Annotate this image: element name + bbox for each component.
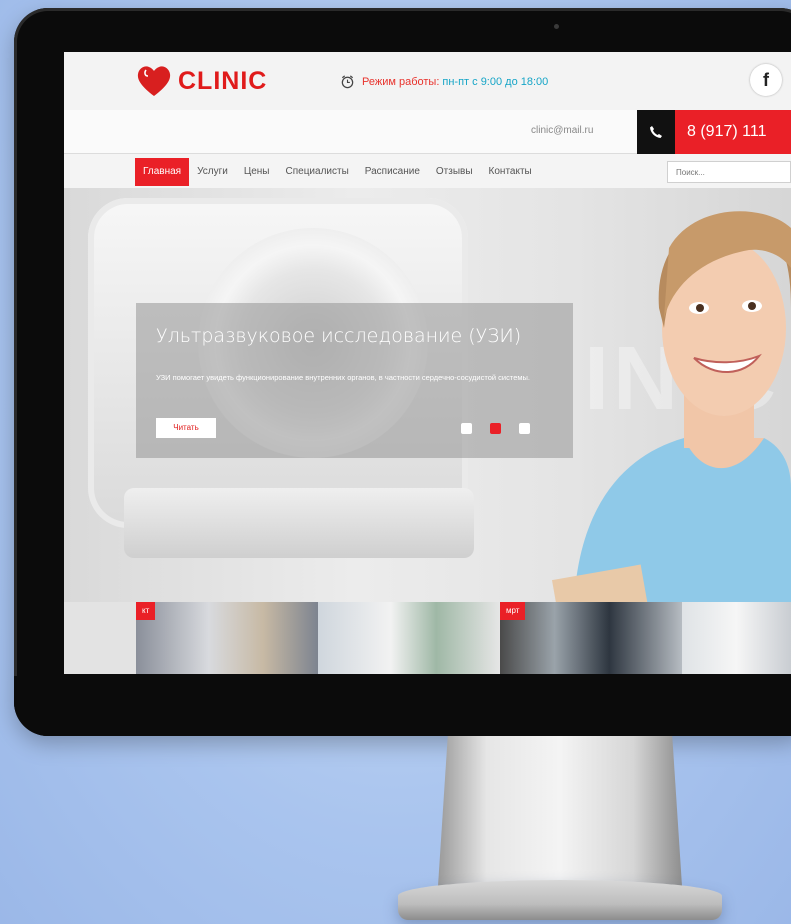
read-more-button[interactable]: Читать: [156, 418, 216, 438]
website-screen: CLINIC Режим работы: пн-пт с 9:00 до 18:…: [64, 52, 791, 674]
hero-title: Ультразвуковое исследование (УЗИ): [156, 325, 522, 347]
nav-item[interactable]: Отзывы: [428, 158, 481, 186]
hours-label: Режим работы:: [362, 75, 440, 88]
thumbnail-badge: мрт: [500, 602, 526, 620]
site-header: CLINIC Режим работы: пн-пт с 9:00 до 18:…: [64, 52, 791, 110]
mri-table-image: [124, 488, 474, 558]
nav-item[interactable]: Цены: [236, 158, 278, 186]
slider-dots: [461, 423, 530, 434]
monitor-stand: [438, 736, 682, 886]
hero-text: УЗИ помогает увидеть функционирование вн…: [156, 373, 531, 382]
nav-item[interactable]: Услуги: [189, 158, 236, 186]
contact-bar: clinic@mail.ru 8 (917) 111: [64, 110, 791, 154]
facebook-icon[interactable]: f: [750, 64, 782, 96]
thumbnail-badge: кт: [136, 602, 156, 620]
thumbnail-ct[interactable]: кт: [136, 602, 318, 674]
thumbnail-mri[interactable]: мрт: [500, 602, 682, 674]
phone-number[interactable]: 8 (917) 111: [675, 110, 791, 154]
nav-item[interactable]: Контакты: [481, 158, 540, 186]
working-hours: Режим работы: пн-пт с 9:00 до 18:00: [340, 74, 548, 89]
nav-item[interactable]: Специалисты: [278, 158, 357, 186]
main-nav: Главная Услуги Цены Специалисты Расписание От…: [64, 154, 791, 188]
hero-slider: INIC Ультразвуковое исследование (УЗИ) У…: [64, 188, 791, 602]
thumbnail-strip: кт мрт: [64, 602, 791, 674]
phone-icon: [637, 110, 675, 154]
search-input[interactable]: [667, 161, 791, 183]
slider-dot[interactable]: [519, 423, 530, 434]
alarm-clock-icon: [341, 75, 354, 89]
monitor-stand-base: [398, 880, 722, 920]
slider-dot[interactable]: [490, 423, 501, 434]
hero-caption: Ультразвуковое исследование (УЗИ) УЗИ по…: [136, 303, 573, 458]
slider-dot[interactable]: [461, 423, 472, 434]
camera-icon: [554, 24, 559, 29]
thumbnail-scanner[interactable]: [682, 602, 791, 674]
heart-icon: [137, 66, 171, 96]
nav-items: Главная Услуги Цены Специалисты Расписание От…: [135, 158, 540, 186]
thumbnail-doctor-patient[interactable]: [318, 602, 500, 674]
site-logo[interactable]: CLINIC: [136, 64, 267, 98]
nav-item[interactable]: Главная: [135, 158, 190, 186]
logo-text: CLINIC: [178, 66, 268, 95]
monitor-chin: [14, 676, 791, 736]
hours-value: пн-пт с 9:00 до 18:00: [442, 75, 549, 88]
email-link[interactable]: clinic@mail.ru: [531, 125, 593, 136]
nav-item[interactable]: Расписание: [357, 158, 428, 186]
